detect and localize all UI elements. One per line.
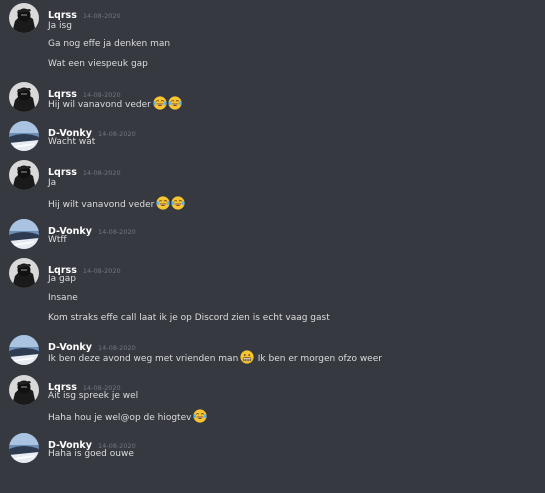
message-text: Wacht wat	[48, 135, 95, 149]
dvonky-avatar[interactable]	[9, 121, 39, 151]
message-content: Wtff	[48, 235, 67, 245]
message-text: Ja isg	[48, 19, 72, 33]
timestamp: 14-08-2020	[82, 12, 121, 20]
dvonky-avatar[interactable]	[9, 335, 39, 365]
message-content: Hij wil vanavond veder	[48, 100, 151, 110]
message-header: D-Vonky 14-08-2020	[48, 335, 136, 353]
message-text: Wtff	[48, 233, 67, 247]
message-content: Hij wilt vanavond veder	[48, 200, 155, 210]
message-text: Haha is goed ouwe	[48, 447, 134, 461]
laughing-tears-icon	[168, 96, 182, 110]
message-content: Ja gap	[48, 274, 76, 284]
message-content: Wat een viespeuk gap	[48, 59, 148, 69]
message-group: D-Vonky 14-08-2020 Haha is goed ouwe	[0, 433, 545, 493]
lqrss-avatar[interactable]	[9, 375, 39, 405]
message-text: Ja	[48, 176, 56, 190]
message-text: Hij wil vanavond veder	[48, 96, 182, 110]
timestamp: 14-08-2020	[82, 169, 121, 177]
message-content: Ait isg spreek je wel	[48, 391, 139, 401]
laughing-tears-icon	[153, 96, 167, 110]
dvonky-avatar[interactable]	[9, 433, 39, 463]
message-header: Lqrss 14-08-2020	[48, 82, 121, 100]
grimacing-face-icon	[240, 350, 254, 364]
message-text: Haha hou je wel@op de hiogtev	[48, 409, 208, 423]
message-content: Ik ben deze avond weg met vrienden man	[48, 354, 239, 364]
lqrss-avatar[interactable]	[9, 82, 39, 112]
message-content: Kom straks effe call laat ik je op Disco…	[48, 313, 330, 323]
message-content: Haha hou je wel@op de hiogtev	[48, 413, 192, 423]
message-header: Lqrss 14-08-2020	[48, 375, 121, 393]
timestamp: 14-08-2020	[82, 267, 121, 275]
message-header: Lqrss 14-08-2020	[48, 3, 121, 21]
message-text: Hij wilt vanavond veder	[48, 196, 186, 210]
message-text: Insane	[48, 291, 78, 305]
message-content: Ja	[48, 178, 57, 188]
lqrss-avatar[interactable]	[9, 160, 39, 190]
message-text: Wat een viespeuk gap	[48, 57, 148, 71]
laughing-tears-icon	[156, 196, 170, 210]
dvonky-avatar[interactable]	[9, 219, 39, 249]
message-content: Ik ben er morgen ofzo weer	[257, 354, 382, 364]
timestamp: 14-08-2020	[97, 130, 136, 138]
message-header: Lqrss 14-08-2020	[48, 160, 121, 178]
message-text: Ait isg spreek je wel	[48, 389, 138, 403]
message-header: D-Vonky 14-08-2020	[48, 121, 136, 139]
message-content: Insane	[48, 293, 78, 303]
message-content: Haha is goed ouwe	[48, 449, 134, 459]
message-header: D-Vonky 14-08-2020	[48, 219, 136, 237]
message-text: Ik ben deze avond weg met vrienden man I…	[48, 350, 382, 364]
message-content: Ga nog effe ja denken man	[48, 39, 171, 49]
message-group: Lqrss 14-08-2020 Ja gap Insane Kom straks ef…	[0, 258, 545, 323]
message-group: Lqrss 14-08-2020 Ja isg Ga nog effe ja denk…	[0, 3, 545, 69]
laughing-tears-icon	[193, 409, 208, 423]
message-group: Lqrss 14-08-2020 Ja Hij wilt vanavond veder	[0, 160, 545, 220]
timestamp: 14-08-2020	[97, 228, 136, 236]
message-group: Lqrss 14-08-2020 Ait isg spreek je wel Haha…	[0, 375, 545, 435]
message-content: Ja isg	[48, 21, 72, 31]
message-text: Ga nog effe ja denken man	[48, 37, 170, 51]
message-header: D-Vonky 14-08-2020	[48, 433, 136, 451]
lqrss-avatar[interactable]	[9, 258, 39, 288]
message-text: Kom straks effe call laat ik je op Disco…	[48, 311, 330, 325]
message-header: Lqrss 14-08-2020	[48, 258, 121, 276]
message-content: Wacht wat	[48, 137, 96, 147]
message-text: Ja gap	[48, 272, 76, 286]
laughing-tears-icon	[171, 196, 185, 210]
lqrss-avatar[interactable]	[9, 3, 39, 33]
